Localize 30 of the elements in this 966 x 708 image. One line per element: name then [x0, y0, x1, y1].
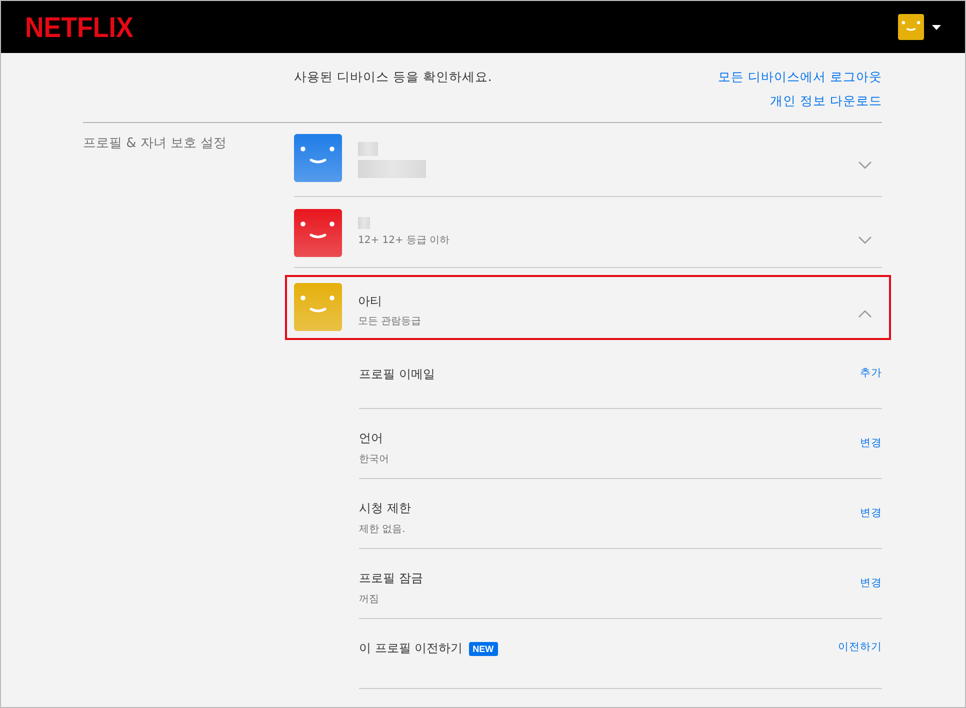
setting-action-link[interactable]: 이전하기	[838, 640, 882, 654]
new-badge: NEW	[468, 642, 498, 656]
redacted-name	[358, 160, 426, 178]
setting-value: 한국어	[359, 453, 389, 466]
profile-row[interactable]: 12+ 12+ 등급 이하	[294, 197, 882, 268]
netflix-logo[interactable]: NETFLIX	[25, 10, 134, 44]
setting-label: 이 프로필 이전하기	[359, 640, 463, 657]
setting-label: 프로필 이메일	[359, 366, 435, 383]
chevron-up-icon[interactable]	[858, 310, 872, 318]
settings-link[interactable]: 모든 디바이스에서 로그아웃	[718, 65, 882, 89]
setting-action-link[interactable]: 추가	[860, 366, 882, 380]
profile-rating: 12+ 12+ 등급 이하	[358, 234, 451, 247]
profile-rating: 모든 관람등급	[358, 315, 422, 328]
section-title: 프로필 & 자녀 보호 설정	[83, 135, 228, 153]
setting-label: 언어	[359, 430, 383, 447]
setting-label: 프로필 잠금	[359, 570, 423, 587]
setting-action-link[interactable]: 변경	[860, 436, 882, 450]
settings-link[interactable]: 개인 정보 다운로드	[770, 89, 882, 113]
profile-avatar-icon[interactable]	[898, 14, 924, 40]
setting-action-link[interactable]: 변경	[860, 576, 882, 590]
chevron-down-icon[interactable]	[858, 161, 872, 169]
profile-name: 아티	[358, 293, 383, 310]
profile-row[interactable]: 아티 모든 관람등급	[286, 276, 890, 339]
setting-value: 꺼짐	[359, 593, 380, 606]
setting-action-link[interactable]: 변경	[860, 506, 882, 520]
chevron-down-icon[interactable]	[858, 236, 872, 244]
setting-label: 시청 제한	[359, 500, 411, 517]
setting-value: 제한 없음.	[359, 523, 406, 536]
caret-icon[interactable]	[932, 24, 941, 30]
section-description: 사용된 디바이스 등을 확인하세요.	[294, 68, 492, 86]
